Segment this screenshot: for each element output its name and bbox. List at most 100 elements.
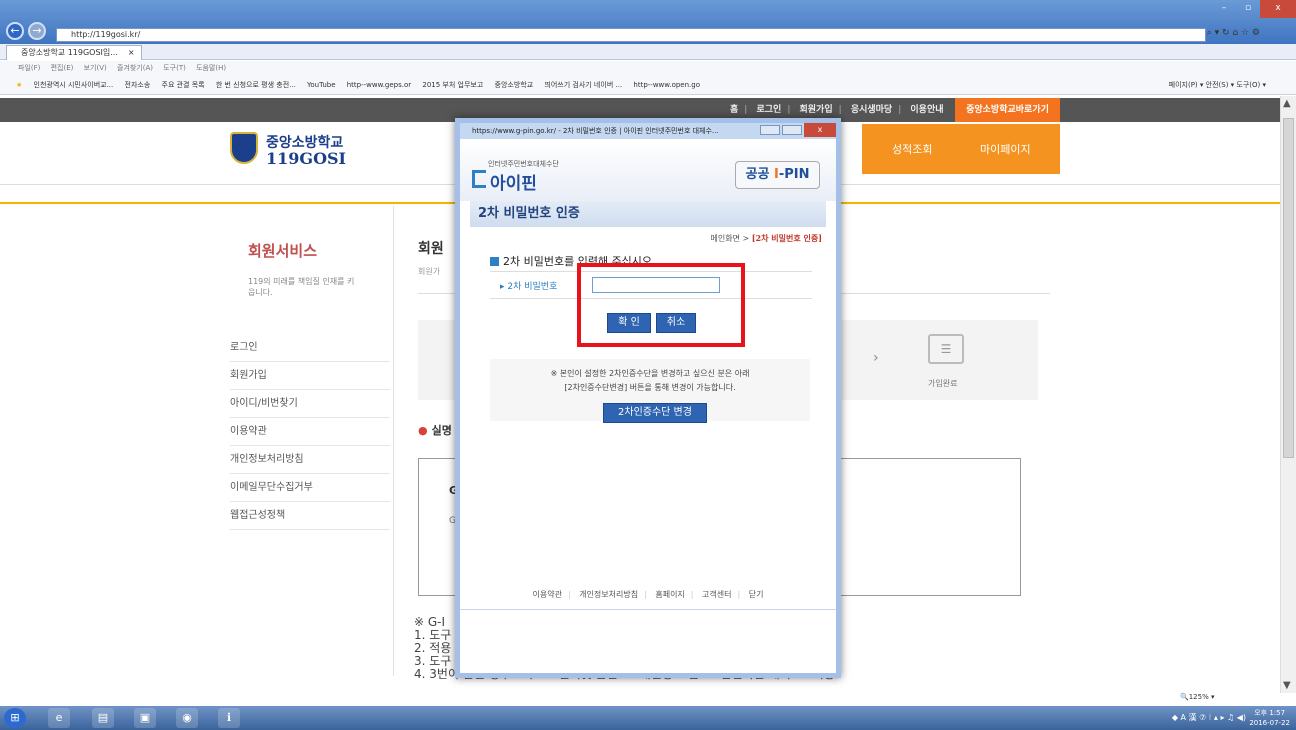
command-tools[interactable]: 도구(O) ▾ [1236,81,1266,89]
menu-view[interactable]: 보기(V) [84,64,107,72]
sidebar-menu: 로그인 회원가입 아이디/비번찾기 이용약관 개인정보처리방침 이메일무단수집거… [230,334,390,530]
address-bar-tools-icon[interactable]: ⌕ ▾ ↻ ⌂ ☆ ⚙ [1207,28,1260,38]
close-icon[interactable]: x [1260,0,1296,18]
sidebar-item-login[interactable]: 로그인 [230,334,390,362]
browser-titlebar: ← → http://119gosi.kr/ ⌕ ▾ ↻ ⌂ ☆ ⚙ – ▫ x [0,0,1296,44]
scroll-thumb[interactable] [1283,118,1294,458]
menu-edit[interactable]: 편집(E) [51,64,74,72]
menu-bar: 파일(F) 편집(E) 보기(V) 즐겨찾기(A) 도구(T) 도움말(H) [0,61,1296,75]
menu-file[interactable]: 파일(F) [18,64,40,72]
maximize-icon[interactable]: ▫ [1236,0,1260,18]
taskbar-clock[interactable]: 오후 1:57 2016-07-22 [1249,708,1290,728]
brand-caption: 인터넷주민번호대체수단 [488,160,559,168]
sidebar-description: 119의 미래를 책임질 인재를 키웁니다. [248,277,355,297]
tab-row: 중앙소방학교 119GOSI입... × [0,44,1296,60]
command-page[interactable]: 페이지(P) ▾ [1169,81,1204,89]
system-tray-icons[interactable]: ◆ A 漢 ⑦ ⁝ ▴ ▸ ♫ ◀) [1172,712,1246,723]
favorite-link[interactable]: http--www.open.go [633,81,700,89]
menu-score[interactable]: 성적조회 [892,141,932,157]
popup-header: 인터넷주민번호대체수단 아이핀 공공 I-PIN [460,139,836,201]
nav-guide[interactable]: 이용안내 [910,105,943,115]
menu-tools[interactable]: 도구(T) [163,64,186,72]
sidebar-item-signup[interactable]: 회원가입 [230,362,390,390]
menu-favorites[interactable]: 즐겨찾기(A) [117,64,153,72]
ipin-popup-window: https://www.g-pin.go.kr/ - 2차 비밀번호 인증 | … [455,118,841,678]
section-heading-text: 실명 [431,424,452,437]
popup-close-icon[interactable]: x [804,123,836,137]
forward-button-icon[interactable]: → [28,22,46,40]
scroll-down-icon[interactable]: ▼ [1283,680,1291,691]
media-taskbar-icon[interactable]: ▣ [134,708,156,728]
shortcut-link[interactable]: 중앙소방학교바로가기 [955,98,1060,122]
footer-support[interactable]: 고객센터 [702,590,731,599]
public-ipin-badge: 공공 I-PIN [735,161,820,189]
sidebar-item-find-id[interactable]: 아이디/비번찾기 [230,390,390,418]
popup-maximize-icon[interactable] [782,125,802,135]
favorite-link[interactable]: 인천광역시 시민사이버교... [34,81,114,89]
ie-taskbar-icon[interactable]: e [48,708,70,728]
ipin-logo-icon [472,170,486,188]
nav-applicant[interactable]: 응시생마당 [851,105,892,115]
address-bar[interactable]: http://119gosi.kr/ [56,28,1206,42]
nav-login[interactable]: 로그인 [756,105,781,115]
footer-terms[interactable]: 이용약관 [533,590,562,599]
windows-taskbar: ⊞ e ▤ ▣ ◉ ℹ ◆ A 漢 ⑦ ⁝ ▴ ▸ ♫ ◀) 오후 1:57 2… [0,706,1296,730]
scroll-up-icon[interactable]: ▲ [1283,98,1291,109]
sidebar-item-privacy[interactable]: 개인정보처리방침 [230,446,390,474]
favorite-link[interactable]: 중앙소방학교 [495,81,534,89]
browser-tab[interactable]: 중앙소방학교 119GOSI입... × [6,45,142,60]
popup-heading: 2차 비밀번호 인증 [470,201,826,227]
sidebar-divider [393,206,394,676]
sidebar-item-email-refusal[interactable]: 이메일무단수집거부 [230,474,390,502]
page-subtitle: 회원가 [418,267,441,276]
nav-home[interactable]: 홈 [730,105,738,115]
favorite-link[interactable]: YouTube [307,81,335,89]
bullet-icon: ● [418,424,428,437]
signup-complete-icon: ☰ [928,334,964,364]
command-safety[interactable]: 안전(S) ▾ [1206,81,1235,89]
favorite-link[interactable]: 전자소송 [125,81,151,89]
section-heading: ● 실명 [418,422,452,438]
sidebar-item-accessibility[interactable]: 웹접근성정책 [230,502,390,530]
header-menu: 성적조회 마이페이지 [862,124,1060,174]
vertical-scrollbar[interactable]: ▲ ▼ [1280,96,1296,693]
favorites-bar: ★ 인천광역시 시민사이버교... 전자소송 주요 관결 목록 한 번 신청으로… [0,75,1296,95]
favorite-link[interactable]: http--www.geps.or [347,81,411,89]
window-controls: – ▫ x [1212,0,1296,18]
instruction-bullet-icon [490,257,499,266]
note-line: [2차인증수단변경] 버튼을 통해 변경이 가능합니다. [564,383,736,392]
change-auth-method-button[interactable]: 2차인증수단 변경 [603,403,707,423]
brand-logo: 아이핀 [490,174,537,194]
command-bar: 페이지(P) ▾ 안전(S) ▾ 도구(O) ▾ [1169,75,1266,95]
favorite-link[interactable]: 띄어쓰기 검사기 네이버 ... [544,81,622,89]
breadcrumb-current: [2차 비밀번호 인증] [751,233,822,243]
menu-help[interactable]: 도움말(H) [196,64,226,72]
zoom-level[interactable]: 🔍125% ▾ [1180,693,1214,701]
favorite-link[interactable]: 한 번 신청으로 평생 충전... [216,81,296,89]
minimize-icon[interactable]: – [1212,0,1236,18]
start-button-icon[interactable]: ⊞ [4,708,26,728]
badge-prefix: 공공 [745,167,774,182]
tab-title: 중앙소방학교 119GOSI입... [21,48,118,57]
breadcrumb-home[interactable]: 메인화면 > [711,234,752,243]
sidebar-item-terms[interactable]: 이용약관 [230,418,390,446]
favorite-link[interactable]: 2015 부처 업무보고 [422,81,483,89]
fire-school-logo-icon[interactable] [230,132,258,164]
footer-close[interactable]: 닫기 [749,590,764,599]
favorite-link[interactable]: 주요 관결 목록 [162,81,205,89]
folder-taskbar-icon[interactable]: ▤ [92,708,114,728]
page-title: 회원 [418,241,444,257]
hwp-taskbar-icon[interactable]: ℹ [218,708,240,728]
footer-homepage[interactable]: 홈페이지 [655,590,684,599]
step-label: 가입완료 [928,379,958,388]
footer-privacy[interactable]: 개인정보처리방침 [579,590,638,599]
nav-signup[interactable]: 회원가입 [800,105,833,115]
back-button-icon[interactable]: ← [6,22,24,40]
tab-close-icon[interactable]: × [128,48,135,57]
menu-mypage[interactable]: 마이페이지 [980,141,1031,157]
popup-minimize-icon[interactable] [760,125,780,135]
footer-divider [460,609,836,610]
favorites-star-icon[interactable]: ★ [16,81,22,89]
app-taskbar-icon[interactable]: ◉ [176,708,198,728]
logo-subtext[interactable]: 119GOSI [266,149,346,168]
